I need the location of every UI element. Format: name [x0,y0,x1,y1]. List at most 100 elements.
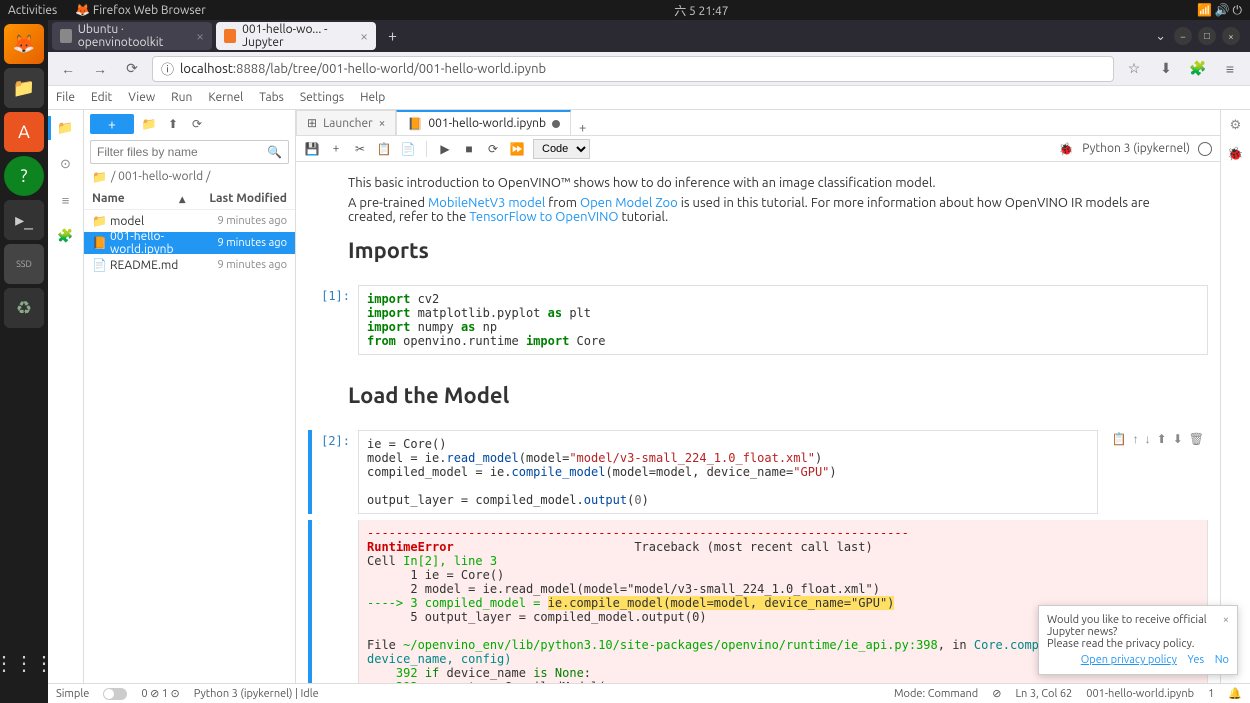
yes-button[interactable]: Yes [1187,654,1204,666]
restart-run-all-button[interactable]: ⏩ [509,141,525,157]
extensions-button[interactable]: 🧩 [1186,57,1210,81]
insert-above-icon[interactable]: ⬆ [1157,432,1167,512]
run-button[interactable]: ▶ [437,141,453,157]
col-modified[interactable]: Last Modified [209,192,287,205]
menu-kernel[interactable]: Kernel [208,91,243,104]
omz-link[interactable]: Open Model Zoo [580,196,678,210]
dock-disk[interactable]: SSD [4,244,44,284]
cursor-position[interactable]: Ln 3, Col 62 [1015,688,1072,700]
save-button[interactable]: 💾 [304,141,320,157]
maximize-button[interactable]: □ [1198,27,1216,45]
property-inspector-icon[interactable]: ⚙ [1230,118,1242,133]
dock-firefox[interactable]: 🦊 [4,24,44,64]
bell-icon[interactable]: 🔔 [1228,687,1242,700]
code-input[interactable]: import cv2 import matplotlib.pyplot as p… [358,285,1208,355]
stop-button[interactable]: ■ [461,141,477,157]
code-input[interactable]: ie = Core() model = ie.read_model(model=… [358,430,1098,514]
menu-button[interactable]: ≡ [1218,57,1242,81]
fb-toolbar: + 📁 ⬆ ⟳ [84,110,295,138]
filter-input[interactable] [97,145,267,159]
restart-button[interactable]: ⟳ [485,141,501,157]
cell-type-select[interactable]: Code [533,139,590,159]
list-item[interactable]: 📙001-hello-world.ipynb 9 minutes ago [84,232,295,254]
insert-cell-button[interactable]: + [328,141,344,157]
tab-launcher[interactable]: ⊞ Launcher × [296,110,396,135]
clock[interactable]: 六 5 21:47 [206,2,1197,19]
new-folder-button[interactable]: 📁 [140,115,158,133]
tf2ov-link[interactable]: TensorFlow to OpenVINO [469,210,618,224]
activities-button[interactable]: Activities [8,4,57,17]
menu-tabs[interactable]: Tabs [259,91,284,104]
delete-icon[interactable]: 🗑 [1189,432,1204,512]
dock-terminal[interactable]: ▸_ [4,200,44,240]
new-launcher-button[interactable]: + [90,114,134,134]
no-button[interactable]: No [1215,654,1229,666]
code-cell-1[interactable]: [1]: import cv2 import matplotlib.pyplot… [308,285,1208,355]
minimize-button[interactable]: − [1174,27,1192,45]
toc-tab[interactable]: ≡ [48,188,84,212]
system-tray[interactable]: 📶 🔊 ⏻ [1197,3,1242,18]
fb-header[interactable]: Name ▴ Last Modified [84,188,295,210]
notification-icon[interactable]: ⊘ [992,687,1001,700]
menu-settings[interactable]: Settings [300,91,344,104]
site-info-icon[interactable]: ⓘ [161,59,174,78]
col-name[interactable]: Name [92,192,179,205]
kernel-status[interactable]: Python 3 (ipykernel) | Idle [194,688,319,700]
notebook-icon: 📙 [407,117,422,131]
new-doc-tab[interactable]: + [571,121,594,135]
browser-tab-jupyter[interactable]: 001-hello-wo... - Jupyter × [216,22,376,50]
menu-edit[interactable]: Edit [91,91,112,104]
tab-notebook[interactable]: 📙 001-hello-world.ipynb [396,110,571,135]
menu-file[interactable]: File [56,91,75,104]
privacy-link[interactable]: Open privacy policy [1081,654,1177,666]
menu-view[interactable]: View [128,91,155,104]
breadcrumb[interactable]: 📁 / 001-hello-world / [84,166,295,188]
sort-icon[interactable]: ▴ [179,192,185,206]
dock-software[interactable]: A [4,112,44,152]
list-item[interactable]: 📁model 9 minutes ago [84,210,295,232]
menu-run[interactable]: Run [171,91,192,104]
close-icon[interactable]: × [379,117,386,130]
simple-toggle[interactable] [103,688,127,700]
notification-count[interactable]: 1 [1208,688,1214,700]
file-browser-tab[interactable]: 📁 [48,116,84,140]
dock-apps[interactable]: ⋮⋮⋮ [4,643,44,683]
close-icon[interactable]: × [196,28,204,44]
extensions-tab[interactable]: 🧩 [48,224,84,248]
pocket-button[interactable]: ⬇ [1154,57,1178,81]
url-input[interactable]: ⓘ localhost:8888/lab/tree/001-hello-worl… [152,56,1114,82]
close-icon[interactable]: × [1223,614,1229,626]
kernel-status-icon[interactable] [1198,142,1212,156]
back-button[interactable]: ← [56,57,80,81]
cut-button[interactable]: ✂ [352,141,368,157]
close-button[interactable]: × [1222,27,1240,45]
upload-button[interactable]: ⬆ [164,115,182,133]
copy-button[interactable]: 📋 [376,141,392,157]
move-up-icon[interactable]: ↑ [1133,432,1139,512]
code-cell-2[interactable]: [2]: ie = Core() model = ie.read_model(m… [308,430,1208,514]
debugger-button[interactable]: 🐞 [1058,141,1074,157]
duplicate-icon[interactable]: 📋 [1112,432,1127,512]
running-tab[interactable]: ⊙ [48,152,84,176]
insert-below-icon[interactable]: ⬇ [1173,432,1183,512]
file-filter[interactable]: 🔍 [90,140,289,164]
dock-files[interactable]: 📁 [4,68,44,108]
debugger-icon[interactable]: 🐞 [1227,147,1243,162]
menu-help[interactable]: Help [360,91,385,104]
dock-trash[interactable]: ♻ [4,288,44,328]
close-icon[interactable]: × [360,28,368,44]
terminals-count[interactable]: 0 ⊘ 1 ⊙ [141,687,179,700]
reload-button[interactable]: ⟳ [120,57,144,81]
mobilenet-link[interactable]: MobileNetV3 model [428,196,545,210]
new-tab-button[interactable]: + [380,27,405,45]
overflow-icon[interactable]: ⌄ [1147,29,1174,44]
dock-help[interactable]: ? [4,156,44,196]
paste-button[interactable]: 📄 [400,141,416,157]
bookmark-button[interactable]: ☆ [1122,57,1146,81]
move-down-icon[interactable]: ↓ [1145,432,1151,512]
browser-tab-github[interactable]: Ubuntu · openvinotoolkit × [52,22,212,50]
forward-button[interactable]: → [88,57,112,81]
refresh-button[interactable]: ⟳ [188,115,206,133]
kernel-name[interactable]: Python 3 (ipykernel) [1082,142,1190,155]
list-item[interactable]: 📄README.md 9 minutes ago [84,254,295,276]
